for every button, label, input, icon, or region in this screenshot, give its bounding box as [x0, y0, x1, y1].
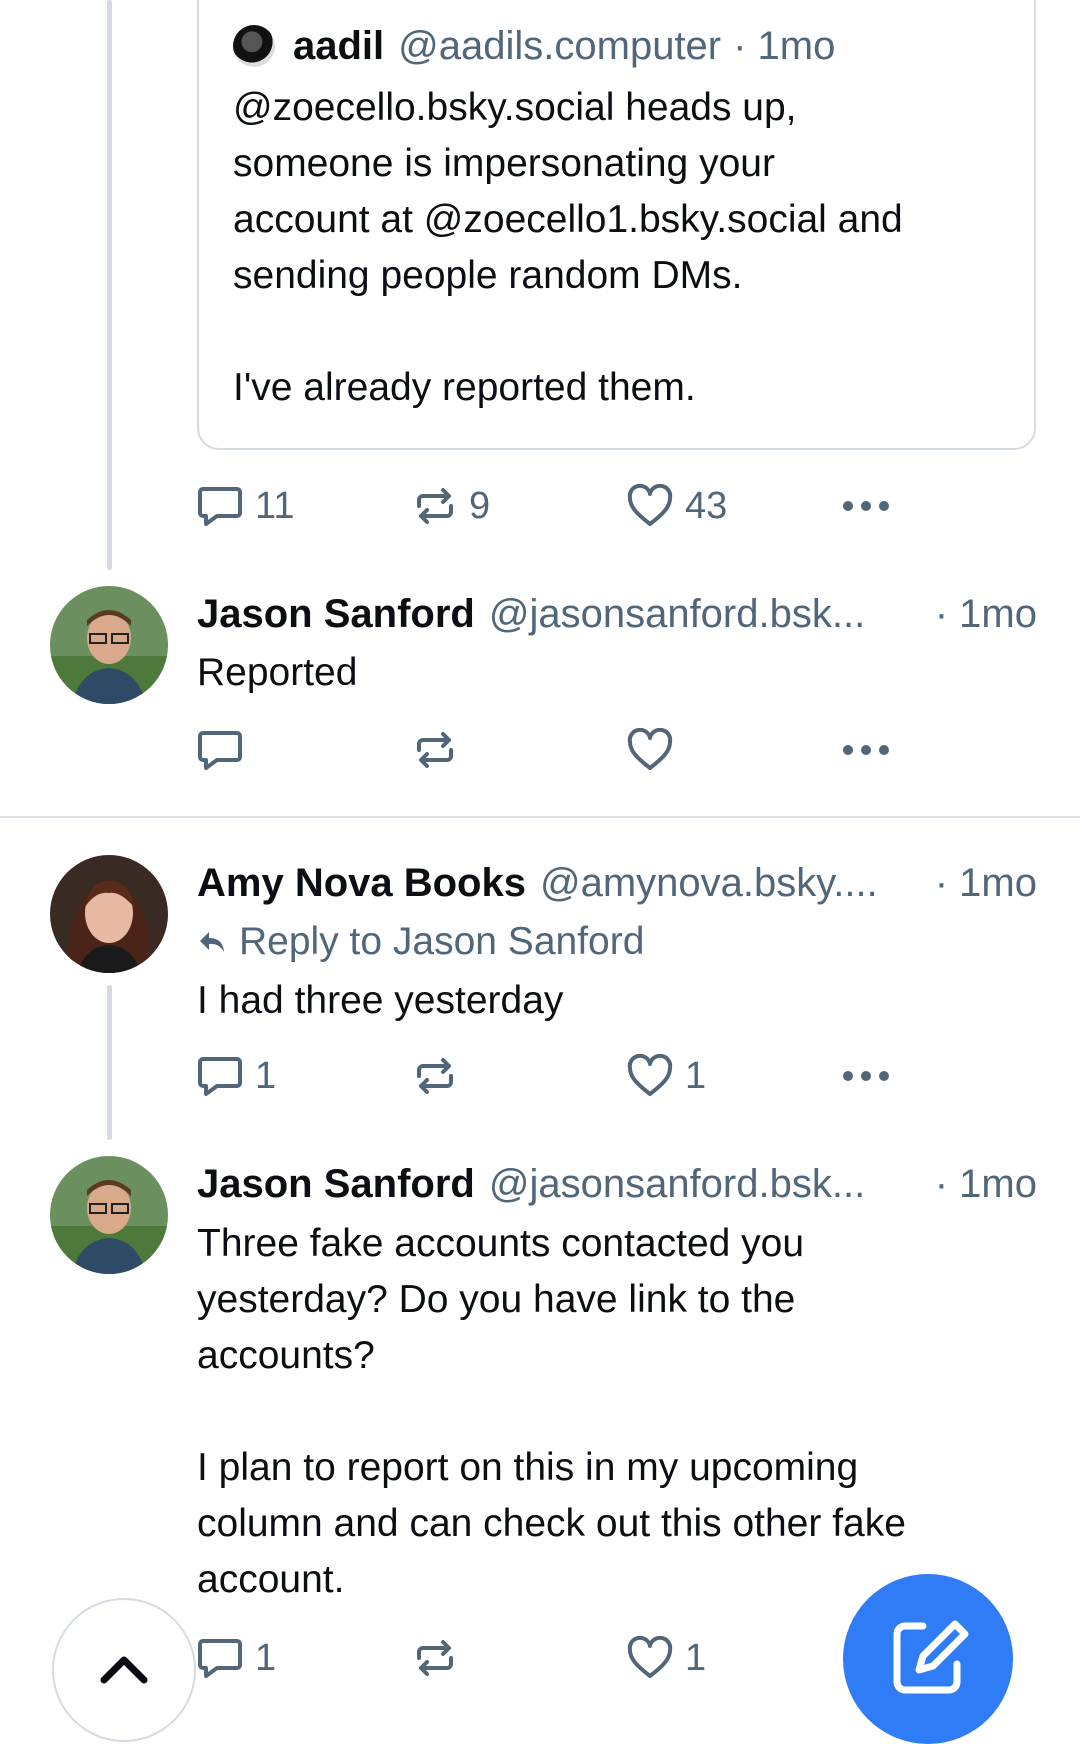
scroll-to-top-button[interactable]	[52, 1598, 196, 1742]
repost-button[interactable]	[413, 1046, 469, 1106]
more-icon	[843, 1071, 889, 1081]
reply-button[interactable]: 1	[197, 1046, 276, 1106]
thread-divider	[0, 816, 1080, 818]
heart-icon	[627, 1636, 673, 1678]
post-text: Three fake accounts contacted you yester…	[197, 1222, 906, 1601]
repost-count: 9	[469, 484, 491, 527]
reply-to-label[interactable]: Reply to Jason Sanford	[197, 914, 644, 970]
post-time: · 1mo	[934, 860, 1037, 905]
compose-icon	[893, 1620, 969, 1694]
reply-count: 1	[255, 1054, 277, 1097]
post-actions	[197, 720, 897, 780]
reply-count: 1	[255, 1636, 277, 1679]
reply-button[interactable]: 11	[197, 476, 294, 536]
post-header: Amy Nova Books @amynova.bsky.... · 1mo	[197, 853, 1037, 913]
quoted-post-text: @zoecello.bsky.social heads up, someone …	[233, 86, 903, 409]
reply-icon	[198, 1057, 242, 1096]
avatar[interactable]	[50, 586, 168, 704]
thread-line-middle	[107, 985, 112, 1140]
more-icon	[843, 745, 889, 755]
post-actions: 1 1	[197, 1046, 897, 1106]
repost-button[interactable]	[413, 1628, 469, 1688]
author-handle[interactable]: @amynova.bsky....	[540, 861, 935, 906]
repost-icon	[417, 732, 453, 768]
post-header: Jason Sanford @jasonsanford.bsk... · 1mo	[197, 1154, 1037, 1214]
avatar[interactable]	[50, 1156, 168, 1274]
more-button[interactable]	[841, 720, 891, 780]
author-name[interactable]: Jason Sanford	[197, 592, 475, 637]
reply-count: 11	[255, 484, 295, 527]
post-actions: 11 9 43	[197, 476, 897, 536]
heart-icon	[627, 728, 673, 770]
more-button[interactable]	[841, 1046, 891, 1106]
like-button[interactable]	[627, 720, 685, 780]
repost-icon	[417, 1640, 453, 1676]
reply-icon	[198, 731, 242, 770]
quoted-post-header: aadil @aadils.computer · 1mo	[233, 18, 835, 74]
author-name[interactable]: aadil	[293, 24, 384, 69]
reply-button[interactable]: 1	[197, 1628, 276, 1688]
heart-icon	[627, 1054, 673, 1096]
reply-arrow-icon	[200, 932, 224, 952]
like-button[interactable]: 1	[627, 1046, 706, 1106]
post-actions: 1 1	[197, 1628, 897, 1688]
like-count: 1	[685, 1636, 707, 1679]
avatar[interactable]	[233, 25, 275, 67]
repost-icon	[417, 1058, 453, 1094]
author-name[interactable]: Amy Nova Books	[197, 861, 526, 906]
author-handle[interactable]: @aadils.computer	[398, 24, 721, 69]
post-time: · 1mo	[934, 1161, 1037, 1206]
repost-icon	[417, 488, 453, 524]
post-text: Reported	[197, 651, 358, 694]
more-button[interactable]	[841, 476, 891, 536]
repost-button[interactable]	[413, 720, 469, 780]
like-button[interactable]: 43	[627, 476, 727, 536]
post-header: Jason Sanford @jasonsanford.bsk... · 1mo	[197, 584, 1037, 644]
like-count: 1	[685, 1054, 707, 1097]
more-icon	[843, 501, 889, 511]
chevron-up-icon	[100, 1656, 148, 1684]
author-handle[interactable]: @jasonsanford.bsk...	[489, 592, 935, 637]
post-time: · 1mo	[934, 591, 1037, 636]
reply-button[interactable]	[197, 720, 255, 780]
post-time: · 1mo	[733, 23, 836, 68]
avatar[interactable]	[50, 855, 168, 973]
author-name[interactable]: Jason Sanford	[197, 1162, 475, 1207]
thread-line-top	[107, 0, 112, 570]
reply-icon	[198, 1639, 242, 1678]
post-text: I had three yesterday	[197, 979, 564, 1022]
heart-icon	[627, 484, 673, 526]
like-count: 43	[685, 484, 728, 527]
author-handle[interactable]: @jasonsanford.bsk...	[489, 1162, 935, 1207]
like-button[interactable]: 1	[627, 1628, 706, 1688]
reply-icon	[198, 487, 242, 526]
repost-button[interactable]: 9	[413, 476, 490, 536]
reply-to-text[interactable]: Reply to Jason Sanford	[239, 920, 644, 964]
compose-button[interactable]	[843, 1574, 1013, 1744]
